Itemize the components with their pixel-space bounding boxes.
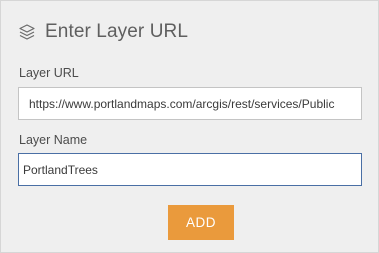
panel-title: Enter Layer URL (45, 21, 189, 42)
layers-icon (18, 23, 36, 41)
layer-url-input[interactable] (18, 87, 362, 120)
layer-name-label: Layer Name (19, 133, 88, 147)
layer-url-label: Layer URL (19, 66, 79, 80)
layer-name-input[interactable] (18, 153, 362, 186)
enter-layer-url-panel: Enter Layer URL Layer URL Layer Name ADD (0, 0, 379, 253)
add-button[interactable]: ADD (168, 205, 234, 240)
panel-header: Enter Layer URL (18, 20, 188, 44)
